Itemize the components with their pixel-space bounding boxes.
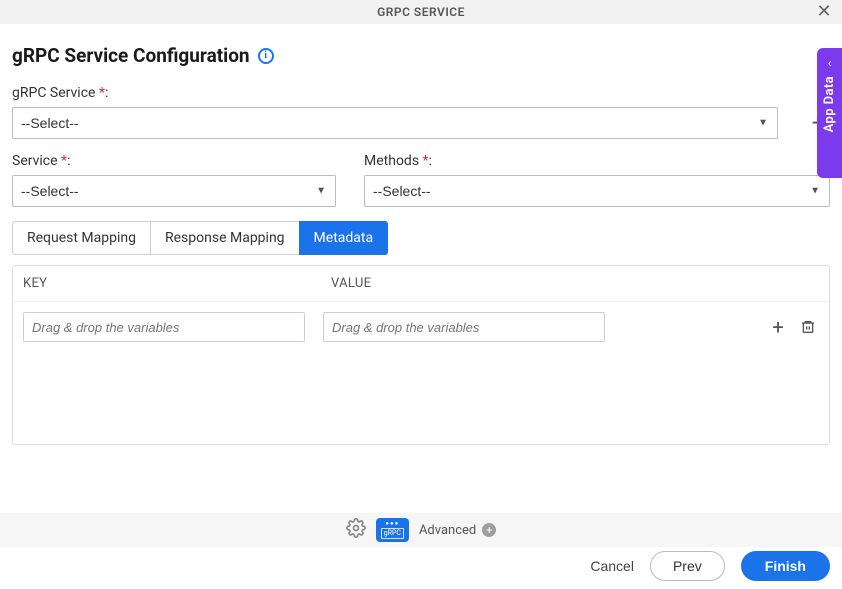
modal-title: GRPC SERVICE bbox=[377, 5, 465, 19]
field-grpc-service: gRPC Service *: ▼ bbox=[12, 85, 778, 139]
app-data-side-tab[interactable]: ‹ App Data bbox=[817, 48, 842, 178]
delete-row-icon[interactable] bbox=[797, 316, 819, 338]
advanced-label: Advanced bbox=[419, 523, 476, 538]
wizard-buttons: Cancel Prev Finish bbox=[590, 551, 830, 581]
select-service-wrap: ▼ bbox=[12, 175, 336, 207]
label-methods: Methods *: bbox=[364, 153, 830, 169]
metadata-header: KEY VALUE bbox=[13, 266, 829, 302]
tabs: Request Mapping Response Mapping Metadat… bbox=[12, 221, 830, 255]
advanced-button[interactable]: Advanced + bbox=[419, 523, 496, 538]
label-service-text: Service bbox=[12, 153, 58, 169]
page-heading-row: gRPC Service Configuration i bbox=[12, 44, 830, 67]
tab-metadata[interactable]: Metadata bbox=[299, 221, 389, 255]
metadata-value-input[interactable] bbox=[323, 312, 605, 342]
select-methods-wrap: ▼ bbox=[364, 175, 830, 207]
select-methods[interactable] bbox=[364, 175, 830, 207]
row-service-methods: Service *: ▼ Methods *: ▼ bbox=[12, 153, 830, 207]
prev-button[interactable]: Prev bbox=[650, 551, 725, 581]
content: gRPC Service Configuration i gRPC Servic… bbox=[0, 24, 842, 445]
col-value: VALUE bbox=[331, 276, 819, 291]
row-grpc-service: gRPC Service *: ▼ + bbox=[12, 85, 830, 139]
required-asterisk: * bbox=[61, 153, 67, 169]
field-service: Service *: ▼ bbox=[12, 153, 336, 207]
tab-request-mapping[interactable]: Request Mapping bbox=[12, 221, 150, 255]
select-grpc-service-wrap: ▼ bbox=[12, 107, 778, 139]
plus-circle-icon: + bbox=[482, 523, 496, 537]
tab-response-mapping[interactable]: Response Mapping bbox=[150, 221, 299, 255]
field-methods: Methods *: ▼ bbox=[364, 153, 830, 207]
chip-label: gRPC bbox=[381, 528, 404, 539]
required-asterisk: * bbox=[423, 153, 429, 169]
grpc-step-chip[interactable]: ●●● gRPC bbox=[376, 518, 409, 542]
modal-header: GRPC SERVICE ✕ bbox=[0, 0, 842, 24]
finish-button[interactable]: Finish bbox=[741, 551, 830, 581]
metadata-row-actions: + bbox=[767, 316, 819, 338]
app-data-label: App Data bbox=[822, 76, 837, 132]
chevron-left-icon: ‹ bbox=[828, 56, 832, 70]
metadata-key-input[interactable] bbox=[23, 312, 305, 342]
metadata-row: + bbox=[13, 302, 829, 352]
select-service[interactable] bbox=[12, 175, 336, 207]
label-methods-text: Methods bbox=[364, 153, 419, 169]
gear-icon[interactable] bbox=[346, 518, 366, 542]
label-service: Service *: bbox=[12, 153, 336, 169]
label-grpc-service: gRPC Service *: bbox=[12, 85, 778, 101]
page-title: gRPC Service Configuration bbox=[12, 44, 250, 67]
select-grpc-service[interactable] bbox=[12, 107, 778, 139]
info-icon[interactable]: i bbox=[258, 48, 274, 64]
col-key: KEY bbox=[23, 276, 331, 291]
close-icon[interactable]: ✕ bbox=[814, 2, 834, 22]
metadata-panel: KEY VALUE + bbox=[12, 265, 830, 445]
footer-toolbar: ●●● gRPC Advanced + bbox=[0, 513, 842, 547]
add-row-icon[interactable]: + bbox=[767, 316, 789, 338]
cancel-button[interactable]: Cancel bbox=[590, 558, 634, 574]
label-grpc-service-text: gRPC Service bbox=[12, 85, 95, 101]
required-asterisk: * bbox=[99, 85, 105, 101]
chip-dots: ●●● bbox=[385, 521, 399, 527]
